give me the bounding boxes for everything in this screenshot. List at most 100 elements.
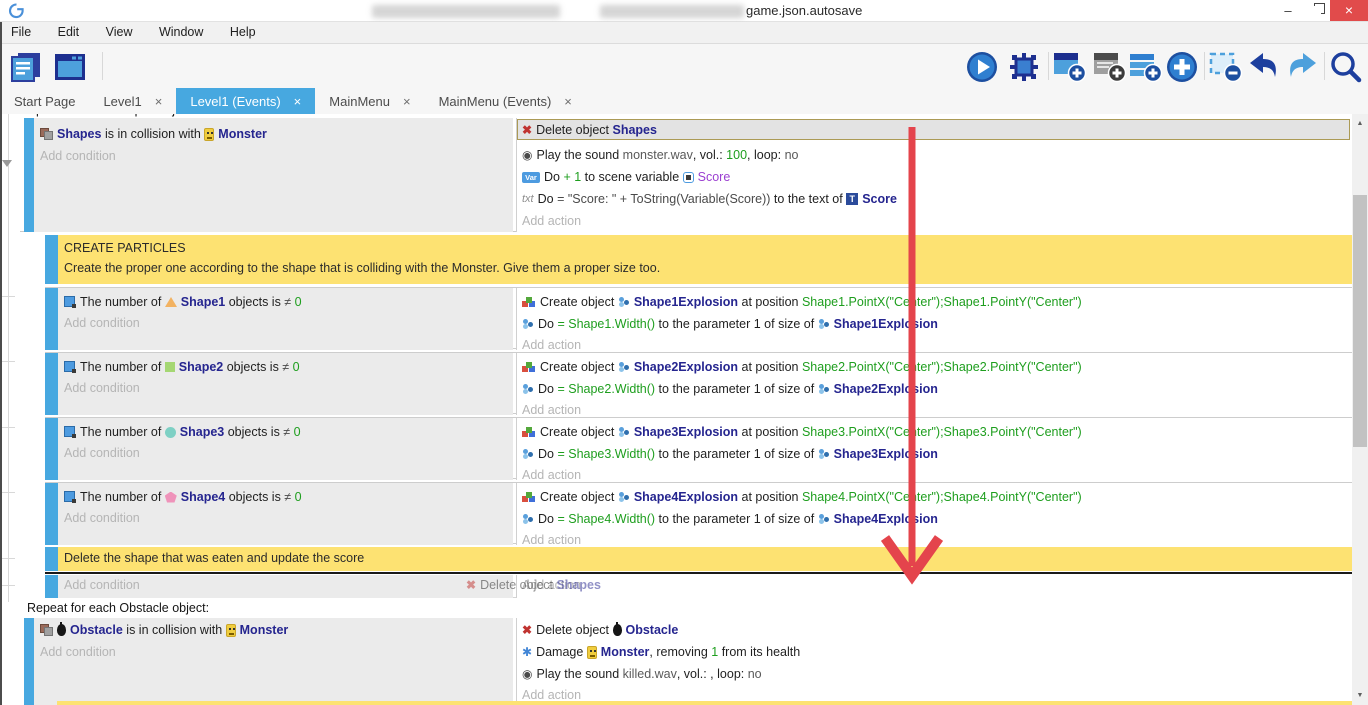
event2-header[interactable]: Repeat for each Obstacle object: <box>27 601 209 615</box>
tab-mainmenu[interactable]: MainMenu× <box>315 88 424 114</box>
action-increment-score[interactable]: Var Do + 1 to scene variable Score <box>522 169 730 185</box>
redo-button[interactable] <box>1284 49 1320 85</box>
condition-shape3-count[interactable]: The number of Shape3 objects is ≠ 0 <box>64 424 301 440</box>
event-handle-bar[interactable] <box>24 618 34 705</box>
search-button[interactable] <box>1328 49 1364 85</box>
create-object-icon <box>522 491 536 503</box>
scene-variable-icon <box>683 172 694 183</box>
menu-view[interactable]: View <box>95 22 144 43</box>
toolbar-separator <box>1048 52 1049 80</box>
add-condition-link[interactable]: Add condition <box>64 316 140 330</box>
monster-icon <box>226 624 236 637</box>
add-condition-link[interactable]: Add condition <box>64 446 140 460</box>
tab-close-icon[interactable]: × <box>403 94 411 109</box>
action-update-score-text[interactable]: txt Do = "Score: " + ToString(Variable(S… <box>522 191 897 207</box>
comment-delete-shape[interactable]: Delete the shape that was eaten and upda… <box>45 547 1352 571</box>
action-set-shape3explosion-size[interactable]: Do = Shape3.Width() to the parameter 1 o… <box>522 446 938 462</box>
selected-action-delete-shapes[interactable]: ✖ Delete object Shapes <box>517 119 1350 140</box>
tree-line <box>8 114 9 602</box>
start-page-button[interactable] <box>52 49 88 85</box>
condition-shape2-count[interactable]: The number of Shape2 objects is ≠ 0 <box>64 359 300 375</box>
menu-edit[interactable]: Edit <box>47 22 91 43</box>
action-delete-obstacle[interactable]: ✖ Delete object Obstacle <box>522 622 678 638</box>
event-handle-bar[interactable] <box>45 235 58 284</box>
sub-event-shape2[interactable]: The number of Shape2 objects is ≠ 0 Add … <box>45 352 1352 414</box>
event-handle-bar[interactable] <box>24 118 34 232</box>
scroll-down-icon[interactable]: ▼ <box>1352 692 1368 699</box>
event-handle-bar[interactable] <box>45 483 58 545</box>
vertical-scrollbar[interactable]: ▲ ▼ <box>1352 114 1368 705</box>
add-condition-link[interactable]: Add condition <box>64 578 140 592</box>
action-set-shape2explosion-size[interactable]: Do = Shape2.Width() to the parameter 1 o… <box>522 381 938 397</box>
tree-tick <box>2 558 15 559</box>
action-create-shape2explosion[interactable]: Create object Shape2Explosion at positio… <box>522 359 1082 375</box>
add-event-button[interactable] <box>1052 49 1088 85</box>
action-create-shape4explosion[interactable]: Create object Shape4Explosion at positio… <box>522 489 1082 505</box>
add-action-link[interactable]: Add action <box>522 533 581 547</box>
restore-button[interactable] <box>1302 0 1330 21</box>
add-sub-event-button[interactable] <box>1092 49 1128 85</box>
action-create-shape1explosion[interactable]: Create object Shape1Explosion at positio… <box>522 294 1082 310</box>
add-condition-link[interactable]: Add condition <box>64 381 140 395</box>
tab-level1[interactable]: Level1× <box>89 88 176 114</box>
add-action-link[interactable]: Add action <box>522 338 581 352</box>
title-redacted <box>600 5 744 18</box>
action-play-killed-sound[interactable]: ◉ Play the sound killed.wav , vol.: , lo… <box>522 666 762 682</box>
sub-event-shape4[interactable]: The number of Shape4 objects is ≠ 0 Add … <box>45 482 1352 544</box>
event-repeat-shapes[interactable]: Shapes is in collision with Monster Add … <box>20 118 1351 232</box>
add-condition-link[interactable]: Add condition <box>40 149 116 163</box>
condition-shape4-count[interactable]: The number of Shape4 objects is ≠ 0 <box>64 489 302 505</box>
add-action-link[interactable]: Add action <box>522 214 581 228</box>
debug-button[interactable] <box>1006 49 1042 85</box>
collapse-arrow-icon[interactable] <box>2 160 12 167</box>
event-handle-bar[interactable] <box>45 288 58 350</box>
add-other-button[interactable] <box>1164 49 1200 85</box>
preview-button[interactable] <box>964 49 1000 85</box>
delete-icon: ✖ <box>522 123 532 137</box>
action-play-sound[interactable]: ◉ Play the sound monster.wav , vol.: 100… <box>522 147 798 163</box>
delete-event-button[interactable] <box>1208 49 1244 85</box>
actions-panel: Create object Shape1Explosion at positio… <box>516 288 1352 350</box>
event-handle-bar[interactable] <box>45 575 58 598</box>
action-create-shape3explosion[interactable]: Create object Shape3Explosion at positio… <box>522 424 1082 440</box>
add-action-link[interactable]: Add action <box>522 688 581 702</box>
condition-obstacle-collision[interactable]: Obstacle is in collision with Monster <box>40 622 288 638</box>
tab-level1-events[interactable]: Level1 (Events)× <box>176 88 315 114</box>
add-condition-link[interactable]: Add condition <box>40 645 116 659</box>
condition-shape1-count[interactable]: The number of Shape1 objects is ≠ 0 <box>64 294 302 310</box>
action-set-shape1explosion-size[interactable]: Do = Shape1.Width() to the parameter 1 o… <box>522 316 938 332</box>
text-object-icon: T <box>846 193 858 205</box>
event-handle-bar[interactable] <box>45 418 58 480</box>
scrollbar-thumb[interactable] <box>1353 195 1367 447</box>
add-action-link[interactable]: Add action <box>522 468 581 482</box>
menu-file[interactable]: File <box>0 22 42 43</box>
event-handle-bar[interactable] <box>45 353 58 415</box>
tab-close-icon[interactable]: × <box>294 94 302 109</box>
undo-button[interactable] <box>1246 49 1282 85</box>
close-button[interactable]: × <box>1330 0 1368 21</box>
action-set-shape4explosion-size[interactable]: Do = Shape4.Width() to the parameter 1 o… <box>522 511 938 527</box>
sub-event-shape3[interactable]: The number of Shape3 objects is ≠ 0 Add … <box>45 417 1352 479</box>
drop-target-row[interactable]: Add condition Add action ✖ Delete object… <box>45 575 1352 598</box>
event-repeat-obstacle[interactable]: Obstacle is in collision with Monster Ad… <box>20 618 1351 705</box>
menu-window[interactable]: Window <box>148 22 214 43</box>
tab-start-page[interactable]: Start Page <box>0 88 89 114</box>
comment-create-particles[interactable]: CREATE PARTICLES Create the proper one a… <box>45 235 1352 284</box>
play-icon <box>965 50 999 84</box>
event-handle-bar[interactable] <box>45 547 58 571</box>
menu-help[interactable]: Help <box>219 22 267 43</box>
project-manager-button[interactable] <box>8 49 44 85</box>
minimize-button[interactable]: – <box>1274 0 1302 21</box>
condition-shapes-collision[interactable]: Shapes is in collision with Monster <box>40 126 267 142</box>
sub-event-shape1[interactable]: The number of Shape1 objects is ≠ 0 Add … <box>45 287 1352 349</box>
scroll-up-icon[interactable]: ▲ <box>1352 120 1368 127</box>
tab-close-icon[interactable]: × <box>564 94 572 109</box>
action-damage-monster[interactable]: ✱ Damage Monster , removing 1 from its h… <box>522 644 800 660</box>
tab-close-icon[interactable]: × <box>155 94 163 109</box>
tab-mainmenu-events[interactable]: MainMenu (Events)× <box>425 88 586 114</box>
add-comment-button[interactable] <box>1128 49 1164 85</box>
shape4-pentagon-icon <box>165 492 177 503</box>
add-action-link[interactable]: Add action <box>522 403 581 417</box>
add-condition-link[interactable]: Add condition <box>64 511 140 525</box>
event1-header[interactable]: Repeat for each Shapes object: <box>20 114 195 117</box>
